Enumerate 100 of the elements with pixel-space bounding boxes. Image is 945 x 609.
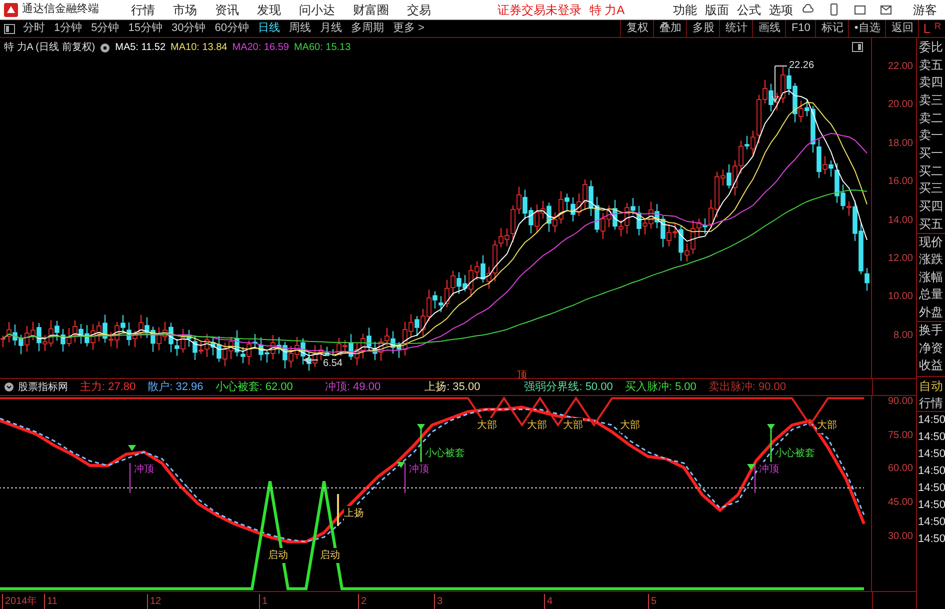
period-tab[interactable]: 月线: [320, 20, 342, 37]
menu-item[interactable]: 版面: [705, 0, 729, 18]
period-tab[interactable]: 15分钟: [128, 20, 162, 37]
axis-label: 18.00: [888, 136, 913, 151]
corner-label: L: [918, 20, 934, 37]
period-tab[interactable]: 5分钟: [91, 20, 120, 37]
quote-row-label: 卖一: [918, 127, 944, 144]
quote-row-label: 买一: [918, 144, 944, 162]
menu-item[interactable]: 发现: [257, 0, 281, 18]
mode-label[interactable]: 行情: [917, 394, 945, 412]
quote-row-label: 现价: [917, 232, 945, 250]
period-tab[interactable]: 日线: [258, 20, 280, 37]
indicator-value: 上扬: 35.00: [424, 380, 480, 395]
panel-toggle-icon[interactable]: [4, 24, 15, 34]
indicator-value: 冲顶: 49.00: [324, 380, 381, 395]
quote-row-label: 委比: [918, 38, 944, 56]
menu-item[interactable]: 资讯: [215, 0, 239, 18]
trade-time: 14:50: [917, 532, 945, 548]
quote-row-label: 买二: [918, 162, 944, 180]
period-tab[interactable]: 周线: [289, 20, 311, 37]
panel-toggle-icon[interactable]: [852, 42, 864, 52]
high-marker-arrow-icon: [772, 66, 788, 104]
menu-item[interactable]: 公式: [737, 0, 761, 18]
trade-time: 14:50: [917, 498, 945, 514]
window-icon[interactable]: [853, 3, 867, 16]
toolbar-button[interactable]: 统计: [719, 20, 752, 37]
time-label: 1: [259, 594, 268, 609]
toolbar-button[interactable]: •自选: [848, 20, 886, 37]
period-tab[interactable]: 多周期: [351, 20, 384, 37]
indicator-value: 强弱分界线: 50.00: [524, 380, 613, 395]
menu-item[interactable]: 交易: [407, 0, 431, 18]
toolbar-button[interactable]: 标记: [815, 20, 848, 37]
indicator-value: 主力: 27.80: [80, 380, 136, 395]
quote-row-label: 卖三: [918, 92, 944, 109]
axis-label: 20.00: [888, 98, 913, 112]
ma-value: MA60: 15.13: [294, 41, 351, 55]
peak-tag: 顶: [517, 368, 527, 383]
menu-item[interactable]: 市场: [173, 0, 197, 18]
quote-row-label: 卖二: [918, 110, 944, 126]
toolbar-button[interactable]: F10: [785, 20, 816, 37]
trade-time: 14:50: [917, 481, 945, 496]
app-title: 通达信金融终端: [22, 2, 99, 18]
menu-item[interactable]: 问小达: [299, 0, 335, 18]
quote-row-label: 净资: [918, 340, 944, 356]
toolbar-button[interactable]: 复权: [620, 20, 654, 37]
logo-icon: [4, 2, 18, 16]
trade-time: 14:50: [917, 413, 945, 428]
axis-label: 10.00: [888, 290, 913, 304]
quote-row-label: 外盘: [918, 304, 944, 321]
axis-label: 45.00: [888, 496, 913, 510]
period-tab[interactable]: 60分钟: [214, 20, 249, 37]
quote-row-label: 换手: [917, 321, 945, 339]
quote-row-label: 卖四: [918, 74, 944, 92]
time-label: 12: [147, 594, 162, 609]
quote-row-label: 买四: [918, 198, 944, 215]
axis-label: 12.00: [888, 252, 913, 266]
axis-label: 14.00: [888, 214, 913, 228]
quote-row-label: 涨跌: [918, 251, 944, 268]
quote-row-label: 买五: [918, 216, 944, 233]
menu-item[interactable]: 功能: [673, 0, 697, 18]
menu-item[interactable]: 行情: [131, 0, 155, 18]
user-label[interactable]: 游客: [913, 0, 937, 18]
time-label: 4: [544, 594, 553, 609]
period-tab[interactable]: 更多 >: [393, 20, 424, 37]
quote-row-label: 买三: [918, 180, 944, 198]
low-marker-arrow-icon: [302, 356, 318, 364]
axis-label: 16.00: [888, 175, 913, 190]
period-tab[interactable]: 1分钟: [54, 20, 82, 37]
trade-time: 14:50: [917, 430, 945, 446]
corner-label: R: [934, 20, 942, 33]
toolbar-button[interactable]: 返回: [885, 20, 918, 37]
quote-row-label: 收益: [918, 357, 944, 374]
trade-time: 14:50: [917, 464, 945, 480]
trade-time: 14:50: [917, 515, 945, 530]
quote-row-label: 总量: [918, 286, 944, 304]
signal-label: 上扬: [344, 506, 364, 521]
ma-value: MA10: 13.84: [170, 41, 228, 55]
toolbar-button[interactable]: 叠加: [653, 20, 686, 37]
indicator-name: 股票指标网: [18, 380, 68, 394]
toolbar-button[interactable]: 多股: [686, 20, 720, 37]
menu-item[interactable]: 财富圈: [353, 0, 389, 18]
menu-item[interactable]: 选项: [769, 0, 793, 18]
toolbar-button[interactable]: 画线: [752, 20, 786, 37]
indicator-value: 小心被套: 62.00: [215, 380, 293, 395]
stock-name: 特 力A: [589, 2, 625, 18]
ma-value: MA5: 11.52: [115, 41, 166, 55]
axis-label: 22.00: [888, 60, 913, 74]
mode-label[interactable]: 自动: [917, 377, 945, 394]
period-tab[interactable]: 分时: [23, 20, 45, 37]
indicator-value: 卖出脉冲: 90.00: [708, 380, 786, 395]
signal-label: 大部: [817, 418, 837, 433]
axis-label: 8.00: [894, 328, 913, 343]
mail-icon[interactable]: [879, 3, 893, 16]
chart-title: 特 力A (日线 前复权): [4, 40, 96, 55]
time-label: 5: [648, 594, 657, 609]
high-price-label: 22.26: [789, 59, 814, 73]
axis-label: 30.00: [888, 530, 913, 544]
login-status[interactable]: 证券交易未登录: [497, 0, 582, 18]
time-label: 2: [358, 594, 367, 609]
period-tab[interactable]: 30分钟: [172, 20, 206, 37]
